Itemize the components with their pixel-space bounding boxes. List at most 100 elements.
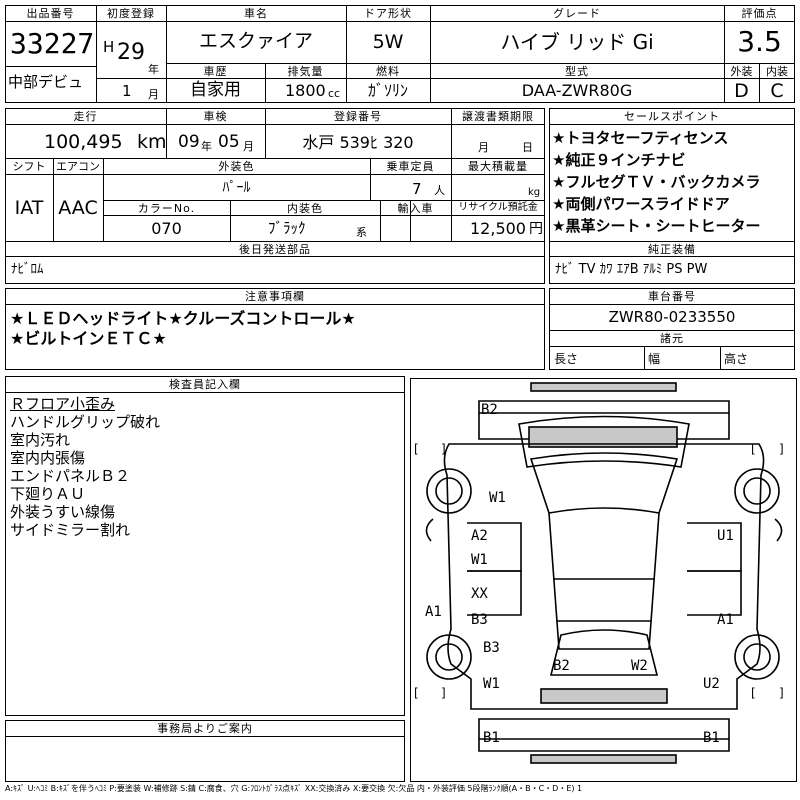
inspector-note: ハンドルグリップ破れ xyxy=(10,413,161,431)
door-type: 5W xyxy=(372,31,404,53)
plate-value: 水戸 539ﾋ 320 xyxy=(302,133,414,152)
damage-mark: XX xyxy=(471,586,488,602)
height-label: 高さ xyxy=(724,352,749,366)
fuel-value: ｶﾞｿﾘﾝ xyxy=(367,81,408,100)
damage-mark: A1 xyxy=(425,604,442,620)
history-value: 自家用 xyxy=(190,80,241,100)
recycle-value: 12,500 xyxy=(470,219,526,238)
car-name: エスクァイア xyxy=(198,30,313,52)
ac-label: エアコン xyxy=(56,160,100,173)
damage-mark: U2 xyxy=(703,676,720,692)
sales-point-item: ★両側パワースライドドア xyxy=(552,195,730,213)
damage-mark: W1 xyxy=(489,490,506,506)
damage-mark: B3 xyxy=(471,612,488,628)
capacity-unit: 人 xyxy=(434,184,445,197)
chassis-value: ZWR80-0233550 xyxy=(608,308,736,326)
mileage-label: 走行 xyxy=(73,110,98,123)
model-value: DAA-ZWR80G xyxy=(521,81,633,100)
legend-text: A:ｷｽﾞ U:ﾍｺﾐ B:ｷｽﾞを伴うﾍｺﾐ P:要塗装 W:補修跡 S:錆 … xyxy=(5,784,583,793)
ac-value: AAC xyxy=(58,197,98,219)
chassis-label: 車台番号 xyxy=(648,290,696,303)
car-outline: [ ] [ ] [ ] [ ] xyxy=(414,382,784,764)
damage-mark: W2 xyxy=(631,658,648,674)
mileage-value: 100,495 xyxy=(44,131,123,153)
svg-text:[: [ xyxy=(414,442,419,456)
inspection-year-unit: 年 xyxy=(201,140,212,153)
shift-label: シフト xyxy=(12,160,46,173)
sales-points-label: セールスポイント xyxy=(624,110,720,123)
grade-value: ハイブ リッド Gi xyxy=(500,30,654,54)
recycle-label: リサイクル預託金 xyxy=(458,202,538,213)
office-label: 事務局よりご案内 xyxy=(157,722,253,735)
width-label: 幅 xyxy=(648,352,661,366)
grade-label: グレード xyxy=(553,7,601,20)
damage-mark: B2 xyxy=(553,658,570,674)
interior-color-value: ﾌﾞﾗｯｸ xyxy=(268,219,306,237)
dims-label: 諸元 xyxy=(660,332,684,345)
car-damage-diagram: [ ] [ ] [ ] [ ] B2 W1 A2 W1 XX B3 B3 W1 … xyxy=(410,378,797,782)
first-reg-month: 1 xyxy=(122,82,132,100)
inspection-label: 車検 xyxy=(203,110,228,123)
sales-point-item: ★フルセグＴＶ・バックカメラ xyxy=(552,173,761,191)
exterior-label: 外装 xyxy=(730,65,753,78)
svg-text:[: [ xyxy=(414,686,419,700)
notes-label: 注意事項欄 xyxy=(245,290,305,303)
color-no-value: 070 xyxy=(151,219,182,238)
era-label: H xyxy=(103,38,115,56)
mileage-unit: km xyxy=(137,131,167,153)
inspection-month-unit: 月 xyxy=(243,140,254,153)
interior-color-unit: 系 xyxy=(356,226,367,239)
later-parts-value: ﾅﾋﾞﾛﾑ xyxy=(11,262,44,277)
inspector-note: Ｒフロア小歪み xyxy=(10,395,116,413)
damage-mark: W1 xyxy=(483,676,500,692)
plate-label: 登録番号 xyxy=(334,110,382,123)
exterior-color-label: 外装色 xyxy=(218,160,255,173)
first-reg-label: 初度登録 xyxy=(107,7,155,20)
debut-text: 中部デビュ xyxy=(8,73,84,91)
inspector-note: 下廻りＡＵ xyxy=(10,485,86,503)
history-label: 車歴 xyxy=(203,65,228,78)
score-label: 評価点 xyxy=(741,7,778,20)
exterior-grade: D xyxy=(734,80,749,102)
damage-mark: B1 xyxy=(483,730,500,746)
import-label: 輸入車 xyxy=(397,202,434,215)
month-unit: 月 xyxy=(148,88,159,101)
fuel-label: 燃料 xyxy=(376,65,400,78)
first-reg-year: 29 xyxy=(117,40,145,65)
model-label: 型式 xyxy=(565,65,589,78)
color-no-label: カラーNo. xyxy=(137,202,196,215)
interior-grade: C xyxy=(770,80,784,102)
sales-point-item: ★トヨタセーフティセンス xyxy=(552,129,729,147)
cc-unit: cc xyxy=(328,87,341,100)
inspector-note: 外装うすい線傷 xyxy=(10,503,116,521)
lot-no-label: 出品番号 xyxy=(26,7,75,20)
year-unit: 年 xyxy=(148,63,159,76)
sales-point-item: ★純正９インチナビ xyxy=(552,151,686,169)
exterior-color-value: ﾊﾟｰﾙ xyxy=(222,180,251,196)
capacity-value: 7 xyxy=(412,180,422,198)
inspector-note: エンドパネルＢ２ xyxy=(10,467,131,485)
notes-line-1: ★ＬＥＤヘッドライト★クルーズコントロール★ xyxy=(10,309,356,328)
inspector-note: 室内汚れ xyxy=(10,431,71,449)
notes-line-2: ★ビルトインＥＴＣ★ xyxy=(10,329,167,348)
transfer-day-unit: 日 xyxy=(522,141,533,154)
door-label: ドア形状 xyxy=(364,7,412,20)
shift-value: IAT xyxy=(14,197,44,219)
score-value: 3.5 xyxy=(737,25,782,58)
damage-mark: B3 xyxy=(483,640,500,656)
inspector-label: 検査員記入欄 xyxy=(169,378,241,391)
inspection-month: 05 xyxy=(218,132,240,152)
inspection-year: 09 xyxy=(178,132,200,152)
transfer-month-unit: 月 xyxy=(478,141,489,154)
transfer-label: 譲渡書類期限 xyxy=(462,110,534,123)
damage-mark: B1 xyxy=(703,730,720,746)
damage-mark: U1 xyxy=(717,528,734,544)
inspector-note: 室内内張傷 xyxy=(10,449,86,467)
equipment-label: 純正装備 xyxy=(648,243,696,256)
displacement-label: 排気量 xyxy=(287,65,324,78)
svg-text:]: ] xyxy=(441,442,446,456)
length-label: 長さ xyxy=(554,352,579,366)
damage-mark: W1 xyxy=(471,552,488,568)
svg-text:]: ] xyxy=(441,686,446,700)
max-load-label: 最大積載量 xyxy=(468,160,528,173)
